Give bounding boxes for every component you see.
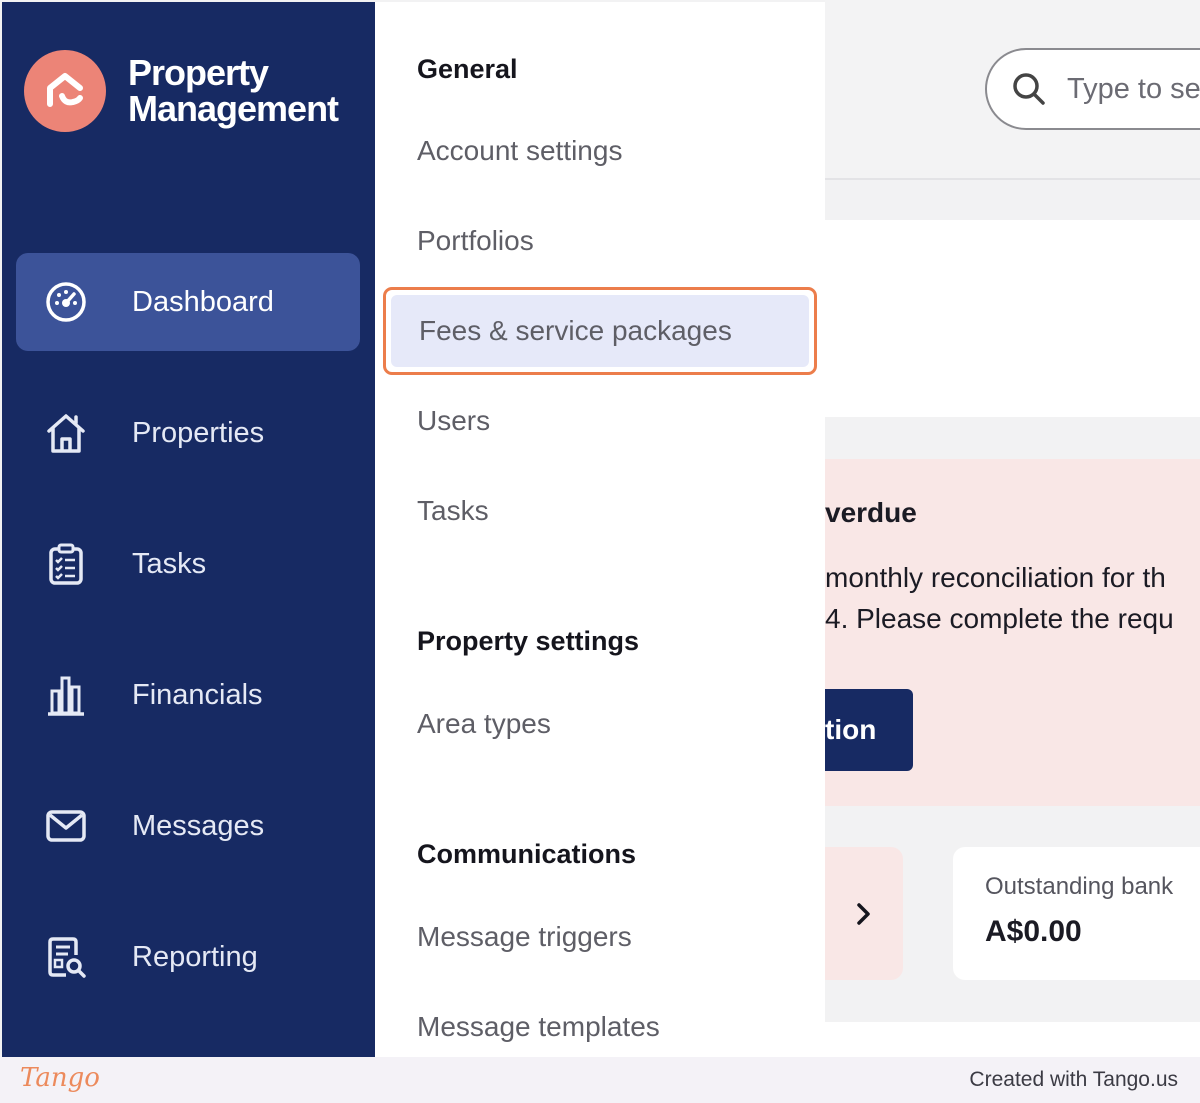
sidebar-item-reporting[interactable]: Reporting bbox=[16, 908, 360, 1006]
overdue-alert: verdue monthly reconciliation for th 4. … bbox=[825, 459, 1200, 806]
alert-message-line-2: 4. Please complete the requ bbox=[825, 603, 1174, 634]
menu-item-portfolios[interactable]: Portfolios bbox=[417, 225, 534, 257]
search-icon bbox=[1013, 73, 1045, 105]
menu-heading-property-settings: Property settings bbox=[417, 626, 640, 656]
clipboard-checklist-icon bbox=[42, 540, 90, 588]
menu-item-tasks[interactable]: Tasks bbox=[417, 495, 489, 527]
app-title: Property Management bbox=[128, 52, 339, 129]
menu-heading-communications: Communications bbox=[417, 839, 637, 869]
envelope-icon bbox=[42, 802, 90, 850]
nav-card[interactable] bbox=[825, 847, 903, 980]
stat-label: Outstanding bank bbox=[985, 873, 1174, 900]
chevron-right-icon bbox=[857, 902, 870, 925]
alert-action-button[interactable]: tion bbox=[825, 689, 913, 771]
search-input[interactable]: Type to se bbox=[985, 48, 1200, 130]
house-icon bbox=[42, 409, 90, 457]
stat-value: A$0.00 bbox=[985, 915, 1082, 948]
sidebar-item-label: Messages bbox=[132, 809, 265, 842]
sidebar-item-label: Reporting bbox=[132, 940, 258, 973]
sidebar-item-tasks[interactable]: Tasks bbox=[16, 515, 360, 613]
menu-item-label: Fees & service packages bbox=[391, 295, 809, 367]
sidebar-item-messages[interactable]: Messages bbox=[16, 777, 360, 875]
menu-item-message-templates[interactable]: Message templates bbox=[417, 1011, 660, 1043]
sidebar-item-label: Dashboard bbox=[132, 285, 274, 318]
menu-item-fees-service-packages[interactable]: Fees & service packages bbox=[383, 287, 817, 375]
menu-item-area-types[interactable]: Area types bbox=[417, 708, 551, 740]
sidebar-item-label: Financials bbox=[132, 678, 263, 711]
outstanding-bank-card[interactable]: Outstanding bank A$0.00 bbox=[953, 847, 1200, 980]
sidebar-item-label: Properties bbox=[132, 416, 265, 449]
report-search-icon bbox=[42, 933, 90, 981]
app-title-line-1: Property bbox=[128, 52, 269, 93]
sidebar-item-dashboard[interactable]: Dashboard bbox=[16, 253, 360, 351]
menu-item-message-triggers[interactable]: Message triggers bbox=[417, 921, 632, 953]
content-card bbox=[825, 220, 1200, 417]
footer-credit[interactable]: Created with Tango.us bbox=[969, 1068, 1178, 1092]
sidebar: Property Management Dashboard Properties bbox=[2, 2, 375, 1057]
dashboard-gauge-icon bbox=[42, 278, 90, 326]
bar-chart-icon bbox=[42, 671, 90, 719]
sidebar-item-financials[interactable]: Financials bbox=[16, 646, 360, 744]
dashboard-content: Type to se verdue monthly reconciliation… bbox=[825, 0, 1200, 1057]
app-title-line-2: Management bbox=[128, 88, 339, 129]
content-card-bottom bbox=[825, 1022, 1200, 1057]
sidebar-item-label: Tasks bbox=[132, 547, 207, 580]
menu-item-users[interactable]: Users bbox=[417, 405, 490, 437]
menu-item-account-settings[interactable]: Account settings bbox=[417, 135, 622, 167]
app-logo[interactable]: Property Management bbox=[24, 50, 339, 132]
menu-heading-general: General bbox=[417, 54, 518, 84]
sidebar-item-properties[interactable]: Properties bbox=[16, 384, 360, 482]
alert-title: verdue bbox=[825, 497, 917, 528]
logo-mark-icon bbox=[24, 50, 106, 132]
search-placeholder: Type to se bbox=[1067, 72, 1200, 105]
top-bar: Type to se bbox=[825, 0, 1200, 180]
settings-menu: General Account settings Portfolios Fees… bbox=[375, 2, 825, 1057]
footer: Tango Created with Tango.us bbox=[0, 1057, 1200, 1103]
alert-message-line-1: monthly reconciliation for th bbox=[825, 562, 1166, 593]
tango-logo[interactable]: Tango bbox=[20, 1063, 100, 1093]
